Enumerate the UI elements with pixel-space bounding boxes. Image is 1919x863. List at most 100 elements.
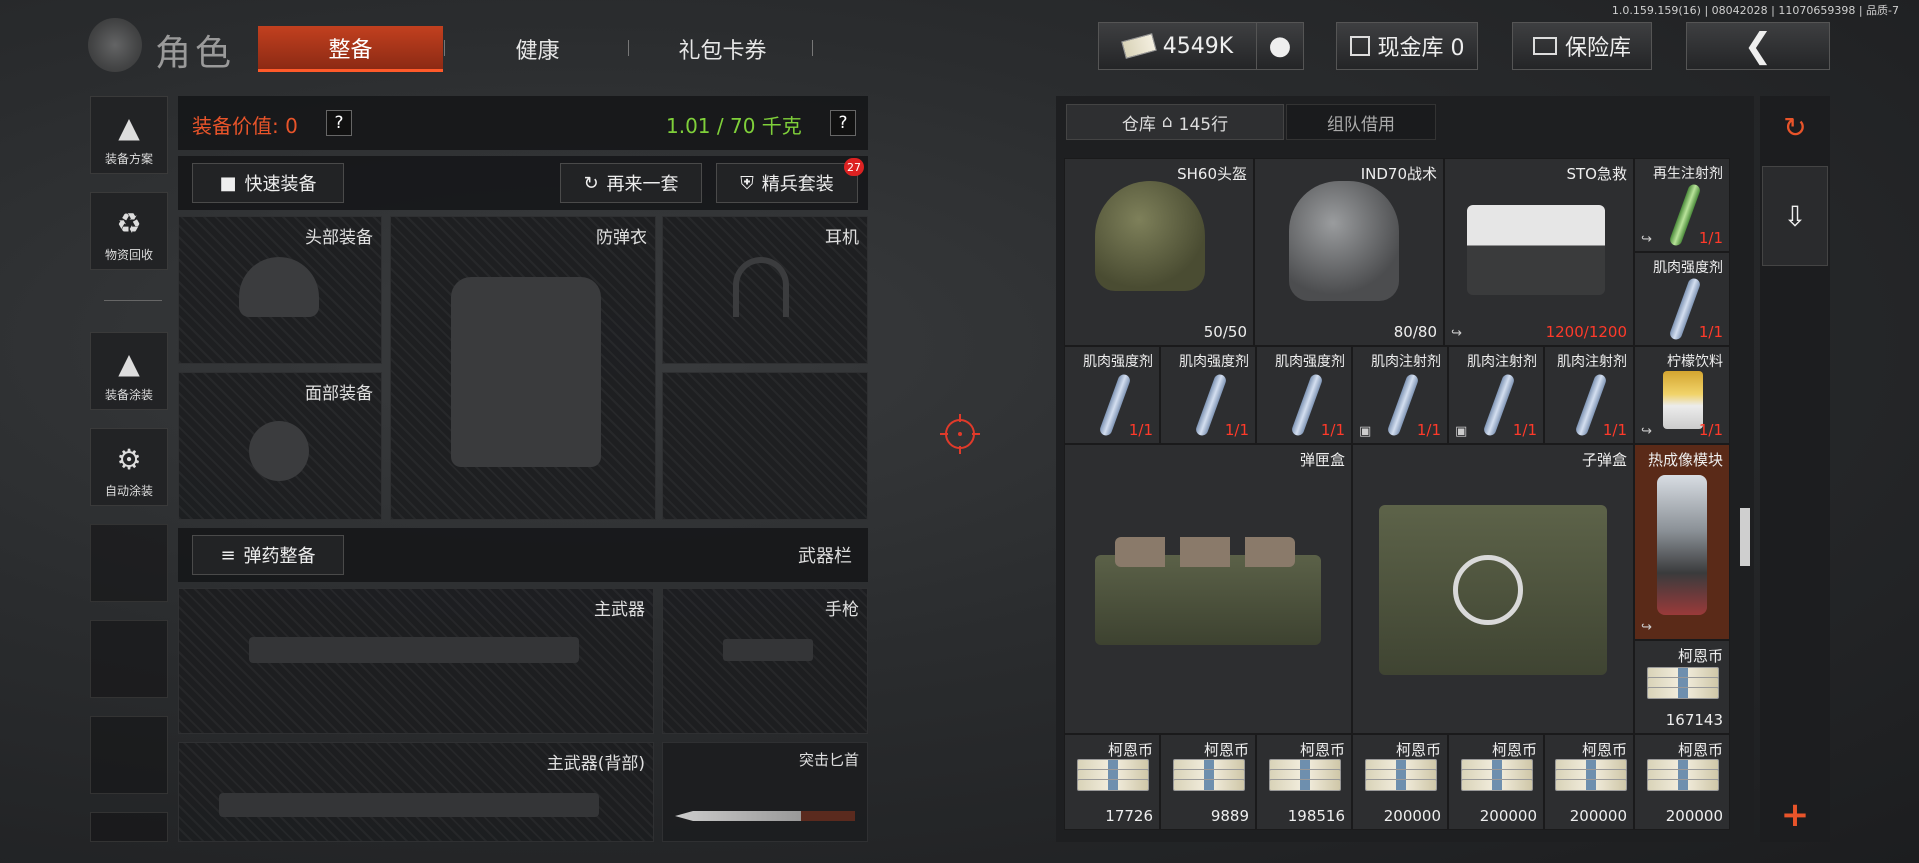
cash-stack-icon [1555, 759, 1627, 799]
item-coin[interactable]: 柯恩币 200000 [1448, 734, 1544, 830]
item-qty: 50/50 [1203, 323, 1247, 341]
can-icon [1663, 371, 1703, 429]
item-ammo-box[interactable]: 子弹盒 [1352, 444, 1634, 734]
slot-knife[interactable]: 突击匕首 [662, 742, 868, 842]
rifle-icon [219, 793, 599, 817]
recycle-icon: ♻ [116, 207, 142, 240]
cash-vault-button[interactable]: 现金库 0 [1336, 22, 1478, 70]
again-button[interactable]: ↻ 再来一套 [560, 163, 702, 203]
safe-label: 保险库 [1564, 36, 1631, 61]
rifle-icon [249, 637, 579, 663]
stack-refresh-icon[interactable]: ↻ [1764, 100, 1826, 154]
item-coin[interactable]: 柯恩币 200000 [1634, 734, 1730, 830]
item-mag-case[interactable]: 弹匣盒 [1064, 444, 1352, 734]
cash-stack-icon [1647, 667, 1719, 707]
thermal-scope-icon [1657, 475, 1707, 615]
syringe-icon [1668, 276, 1702, 342]
item-name: 肌肉强度剂 [1275, 354, 1345, 370]
ammo-equip-button[interactable]: ≡ 弹药整备 [192, 535, 344, 575]
item-tactical-helmet[interactable]: IND70战术 80/80 [1254, 158, 1444, 346]
item-muscle-injector[interactable]: 肌肉注射剂 1/1 [1544, 346, 1634, 444]
quick-equip-button[interactable]: ■ 快速装备 [192, 163, 344, 203]
item-muscle-injector[interactable]: 肌肉注射剂 ▣ 1/1 [1352, 346, 1448, 444]
item-coin[interactable]: 柯恩币 9889 [1160, 734, 1256, 830]
item-name: 肌肉强度剂 [1179, 354, 1249, 370]
tab-health[interactable]: 健康 [445, 26, 630, 72]
item-muscle-booster[interactable]: 肌肉强度剂 1/1 [1634, 252, 1730, 346]
safe-button[interactable]: 保险库 [1512, 22, 1652, 70]
slot-primary-back[interactable]: 主武器(背部) [178, 742, 654, 842]
sidebar-item-paint[interactable]: ▲ 装备涂装 [90, 332, 168, 410]
slot-primary[interactable]: 主武器 [178, 588, 654, 734]
back-button[interactable]: ❮ [1686, 22, 1830, 70]
weapon-bar-label: 武器栏 [798, 546, 852, 567]
page-title: 角色 [155, 33, 236, 74]
item-coin[interactable]: 柯恩币 200000 [1352, 734, 1448, 830]
sidebar-empty-slot [90, 524, 168, 602]
item-helmet[interactable]: SH60头盔 50/50 [1064, 158, 1254, 346]
loadout-value: 装备价值: 0 [192, 114, 298, 138]
tab-team-borrow[interactable]: 组队借用 [1286, 104, 1436, 140]
tab-warehouse[interactable]: 仓库 ⌂ 145行 [1066, 104, 1284, 140]
syringe-icon [1290, 372, 1324, 438]
add-button[interactable]: + [1764, 790, 1826, 840]
shield-icon: ⛨ [740, 172, 754, 194]
slot-armor[interactable]: 防弹衣 [390, 216, 656, 520]
item-first-aid[interactable]: STO急救 ↪ 1200/1200 [1444, 158, 1634, 346]
sidebar-item-auto-paint[interactable]: ⚙ 自动涂装 [90, 428, 168, 506]
currency-display[interactable]: 4549K [1098, 22, 1258, 70]
quick-equip-bar: ■ 快速装备 ↻ 再来一套 ⛨ 精兵套装 27 [178, 156, 868, 210]
item-coin[interactable]: 柯恩币 200000 [1544, 734, 1634, 830]
warehouse-tab-label: 仓库 [1121, 114, 1156, 135]
sidebar-item-recycle[interactable]: ♻ 物资回收 [90, 192, 168, 270]
item-regen-injector[interactable]: 再生注射剂 ↪ 1/1 [1634, 158, 1730, 252]
sidebar-divider [104, 300, 162, 301]
cash-stack-icon [1269, 759, 1341, 799]
ammo-case-icon [1095, 555, 1321, 645]
slot-pistol[interactable]: 手枪 [662, 588, 868, 734]
item-name: 柯恩币 [1491, 741, 1537, 759]
sidebar-item-label: 装备涂装 [104, 388, 153, 402]
item-muscle-booster[interactable]: 肌肉强度剂 1/1 [1064, 346, 1160, 444]
weight-help-button[interactable]: ? [830, 110, 856, 136]
tab-prep[interactable]: 整备 [258, 26, 443, 72]
item-muscle-booster[interactable]: 肌肉强度剂 1/1 [1160, 346, 1256, 444]
item-name: 热成像模块 [1647, 451, 1723, 469]
slot-headset[interactable]: 耳机 [662, 216, 868, 364]
sidebar-item-loadout-plan[interactable]: ▲ 装备方案 [90, 96, 168, 174]
slot-label: 防弹衣 [596, 228, 647, 248]
item-qty: 1/1 [1512, 421, 1537, 439]
warehouse-scrollbar[interactable] [1740, 508, 1750, 566]
elite-kit-button[interactable]: ⛨ 精兵套装 [716, 163, 858, 203]
sidebar-empty-slot [90, 716, 168, 794]
item-qty: 200000 [1479, 807, 1537, 825]
item-lemon-drink[interactable]: 柠檬饮料 ↪ 1/1 [1634, 346, 1730, 444]
box-icon: ▣ [1455, 424, 1468, 439]
syringe-icon [1386, 372, 1420, 438]
item-thermal-module[interactable]: 热成像模块 ↪ [1634, 444, 1730, 640]
pistol-icon [723, 639, 813, 661]
elite-badge: 27 [844, 158, 864, 176]
layers-download-icon[interactable]: ⇩ [1762, 166, 1828, 266]
cash-stack-icon [1077, 759, 1149, 799]
item-qty: 198516 [1287, 807, 1345, 825]
profile-button[interactable]: ● [1256, 22, 1304, 70]
tab-gifts[interactable]: 礼包卡券 [630, 26, 815, 72]
item-coin[interactable]: 柯恩币 198516 [1256, 734, 1352, 830]
value-help-button[interactable]: ? [326, 110, 352, 136]
item-name: 肌肉注射剂 [1467, 354, 1537, 370]
item-qty: 9889 [1210, 807, 1249, 825]
item-qty: 200000 [1569, 807, 1627, 825]
first-aid-icon [1467, 205, 1605, 295]
item-name: STO急救 [1566, 165, 1628, 183]
vest-icon [451, 277, 601, 467]
headset-icon [733, 257, 789, 317]
item-coin[interactable]: 柯恩币 17726 [1064, 734, 1160, 830]
shirt-icon: ■ [219, 172, 237, 194]
item-muscle-injector[interactable]: 肌肉注射剂 ▣ 1/1 [1448, 346, 1544, 444]
slot-face[interactable]: 面部装备 [178, 372, 382, 520]
item-muscle-booster[interactable]: 肌肉强度剂 1/1 [1256, 346, 1352, 444]
slot-head[interactable]: 头部装备 [178, 216, 382, 364]
box-icon: ▣ [1359, 424, 1372, 439]
item-coin[interactable]: 柯恩币 167143 [1634, 640, 1730, 734]
